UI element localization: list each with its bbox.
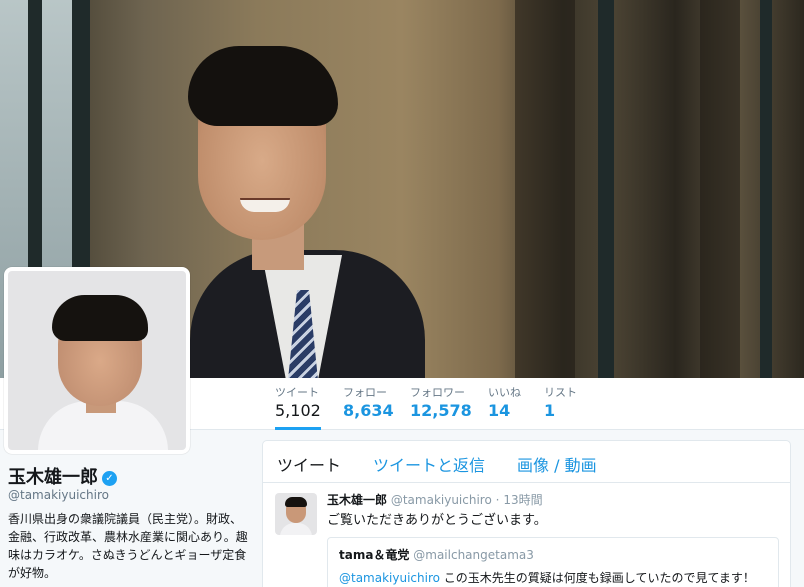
stat-label: ツイート bbox=[275, 386, 319, 399]
window-frame bbox=[760, 0, 772, 378]
tweet-author-name[interactable]: 玉木雄一郎 bbox=[327, 493, 387, 507]
tweet-separator: · bbox=[495, 493, 500, 507]
verified-badge-icon: ✓ bbox=[102, 471, 117, 486]
tweet-author-handle[interactable]: @tamakiyuichiro bbox=[391, 493, 492, 507]
tweet-avatar-body bbox=[280, 523, 312, 535]
quoted-tweet[interactable]: tama＆竜党 @mailchangetama3 @tamakiyuichiro… bbox=[327, 537, 779, 587]
stat-label: フォロワー bbox=[410, 386, 465, 399]
stat-value: 8,634 bbox=[343, 401, 394, 420]
tweet[interactable]: 玉木雄一郎 @tamakiyuichiro · 13時間 ご覧いただきありがとう… bbox=[263, 483, 790, 587]
quoted-tweet-text: @tamakiyuichiro この玉木先生の質疑は何度も録画していたので見てま… bbox=[339, 569, 755, 586]
nav-stat-tweets[interactable]: ツイート 5,102 bbox=[275, 378, 321, 430]
person-smile bbox=[240, 198, 290, 212]
avatar-hair bbox=[52, 295, 148, 341]
stat-value: 12,578 bbox=[410, 401, 472, 420]
stat-label: リスト bbox=[544, 386, 577, 399]
tab-tweets[interactable]: ツイート bbox=[277, 452, 341, 476]
quoted-mention-link[interactable]: @tamakiyuichiro bbox=[339, 571, 440, 585]
window-frame bbox=[598, 0, 614, 378]
quoted-text-body: この玉木先生の質疑は何度も録画していたので見てます！ bbox=[439, 571, 755, 585]
person-hair bbox=[188, 46, 338, 126]
nav-stat-following[interactable]: フォロー 8,634 bbox=[343, 378, 394, 430]
profile-bio: 香川県出身の衆議院議員（民主党）。財政、金融、行政改革、農林水産業に関心あり。趣… bbox=[8, 512, 248, 580]
profile-handle[interactable]: @tamakiyuichiro bbox=[8, 488, 109, 502]
tweet-avatar-hair bbox=[285, 497, 307, 507]
stat-label: いいね bbox=[488, 386, 521, 399]
stat-value: 5,102 bbox=[275, 401, 321, 420]
nav-stat-followers[interactable]: フォロワー 12,578 bbox=[410, 378, 472, 430]
profile-avatar[interactable] bbox=[4, 267, 190, 454]
tweet-header: 玉木雄一郎 @tamakiyuichiro · 13時間 bbox=[327, 491, 543, 508]
tab-media[interactable]: 画像 / 動画 bbox=[517, 452, 597, 476]
profile-name[interactable]: 玉木雄一郎 ✓ bbox=[8, 463, 117, 489]
tweet-avatar[interactable] bbox=[275, 493, 317, 535]
stat-value: 1 bbox=[544, 401, 556, 420]
wall-shadow bbox=[515, 0, 575, 378]
wall-shadow bbox=[700, 0, 740, 378]
tab-tweets-and-replies[interactable]: ツイートと返信 bbox=[373, 452, 485, 476]
timeline: ツイート ツイートと返信 画像 / 動画 玉木雄一郎 @tamakiyuichi… bbox=[262, 440, 791, 587]
timeline-tabs: ツイート ツイートと返信 画像 / 動画 bbox=[263, 441, 790, 483]
quoted-tweet-header: tama＆竜党 @mailchangetama3 bbox=[339, 546, 534, 563]
quoted-author-handle: @mailchangetama3 bbox=[413, 548, 534, 562]
profile-name-text: 玉木雄一郎 bbox=[8, 467, 98, 488]
stat-label: フォロー bbox=[343, 386, 387, 399]
nav-stat-likes[interactable]: いいね 14 bbox=[488, 378, 521, 430]
stat-value: 14 bbox=[488, 401, 511, 420]
tweet-text: ご覧いただきありがとうございます。 bbox=[327, 513, 547, 528]
tweet-timestamp[interactable]: 13時間 bbox=[503, 493, 542, 507]
quoted-author-name: tama＆竜党 bbox=[339, 548, 410, 562]
nav-stat-lists[interactable]: リスト 1 bbox=[544, 378, 577, 430]
